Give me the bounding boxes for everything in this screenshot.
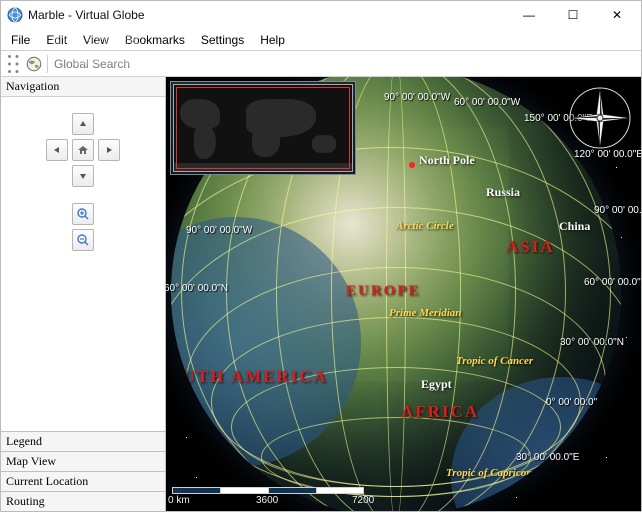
menu-help[interactable]: Help <box>252 31 293 49</box>
tab-legend[interactable]: Legend <box>1 431 165 451</box>
scale-tick-2: 7200 <box>352 495 374 506</box>
menu-bookmarks[interactable]: Bookmarks <box>117 31 193 49</box>
window-controls: — ☐ ✕ <box>507 1 639 29</box>
zoom-out-button[interactable] <box>72 229 94 251</box>
search-input[interactable] <box>52 55 637 73</box>
toolbar <box>1 51 641 77</box>
globe-icon[interactable] <box>25 55 43 73</box>
toolbar-separator <box>47 55 48 73</box>
pan-up-button[interactable] <box>72 113 94 135</box>
overview-map[interactable] <box>170 81 356 175</box>
tab-map-view[interactable]: Map View <box>1 451 165 471</box>
minimize-button[interactable]: — <box>507 1 551 29</box>
maximize-button[interactable]: ☐ <box>551 1 595 29</box>
coord-eq: 0° 00' 00.0" <box>546 397 597 408</box>
coord-30n: 30° 00' 00.0"N <box>560 337 624 348</box>
tab-routing[interactable]: Routing <box>1 491 165 511</box>
window-title: Marble - Virtual Globe <box>28 8 507 22</box>
menu-view[interactable]: View <box>75 31 117 49</box>
scale-bar: 0 km 3600 7200 <box>172 485 372 505</box>
coord-60n: 60° 00' 00.0"N <box>166 283 228 294</box>
titlebar: Marble - Virtual Globe — ☐ ✕ <box>1 1 641 29</box>
north-pole-marker <box>409 162 415 168</box>
coord-90e: 90° 00' 00.0"E <box>594 205 641 216</box>
app-icon <box>7 7 23 23</box>
compass[interactable] <box>567 85 633 151</box>
main-area: Navigation Legend Map View Current Locat… <box>1 77 641 511</box>
navigation-pad <box>1 97 165 431</box>
menubar: File Edit View Bookmarks Settings Help <box>1 29 641 51</box>
pan-left-button[interactable] <box>46 139 68 161</box>
coord-60e: 60° 00' 00.0"E <box>584 277 641 288</box>
menu-edit[interactable]: Edit <box>38 31 75 49</box>
pan-down-button[interactable] <box>72 165 94 187</box>
toolbar-handle-icon <box>5 55 23 73</box>
sidebar-tabs: Legend Map View Current Location Routing <box>1 431 165 511</box>
globe-viewport[interactable]: North Pole Russia China ASIA Arctic Circ… <box>166 77 641 511</box>
close-button[interactable]: ✕ <box>595 1 639 29</box>
navigation-panel-title: Navigation <box>1 77 165 97</box>
coord-60w: 60° 00' 00.0"W <box>454 97 520 108</box>
coord-90w: 90° 00' 00.0"W <box>384 92 450 103</box>
scale-tick-1: 3600 <box>256 495 278 506</box>
menu-settings[interactable]: Settings <box>193 31 252 49</box>
tab-current-location[interactable]: Current Location <box>1 471 165 491</box>
menu-file[interactable]: File <box>3 31 38 49</box>
coord-30e: 30° 00' 00.0"E <box>516 452 579 463</box>
scale-tick-0: 0 km <box>168 495 190 506</box>
sidebar: Navigation Legend Map View Current Locat… <box>1 77 166 511</box>
coord-90w2: 90° 00' 00.0"W <box>186 225 252 236</box>
pan-right-button[interactable] <box>98 139 120 161</box>
zoom-in-button[interactable] <box>72 203 94 225</box>
home-button[interactable] <box>72 139 94 161</box>
